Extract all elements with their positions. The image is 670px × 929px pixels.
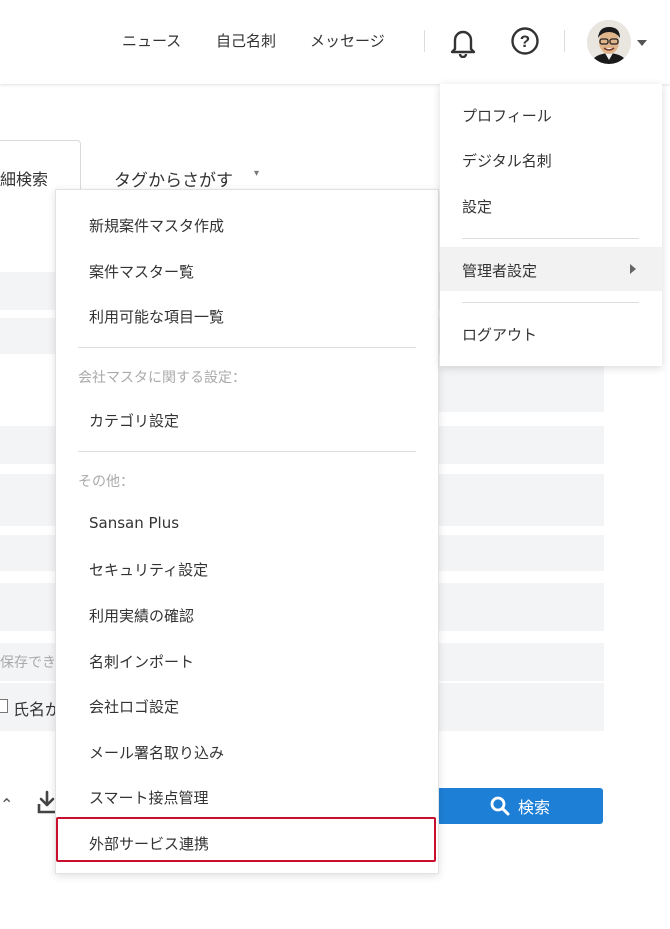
menu-divider — [462, 238, 639, 239]
menu-divider — [462, 302, 639, 303]
menu-item-security-settings[interactable]: セキュリティ設定 — [89, 559, 208, 580]
menu-item-company-logo[interactable]: 会社ロゴ設定 — [89, 696, 179, 717]
avatar[interactable] — [587, 20, 631, 64]
top-header: ニュース 自己名刺 メッセージ ? — [0, 0, 670, 84]
svg-text:?: ? — [520, 32, 530, 51]
menu-item-profile[interactable]: プロフィール — [462, 105, 552, 126]
bell-icon[interactable] — [448, 26, 478, 58]
sort-icon[interactable]: ⌃ — [0, 795, 13, 814]
divider — [424, 30, 425, 52]
chevron-right-icon — [630, 264, 636, 274]
name-checkbox-label: 氏名が — [13, 700, 62, 719]
menu-divider — [78, 347, 416, 348]
menu-divider — [78, 451, 416, 452]
search-button[interactable]: 検索 — [437, 788, 603, 824]
menu-item-email-signature[interactable]: メール署名取り込み — [89, 742, 224, 763]
search-icon — [490, 796, 510, 816]
section-company-master: 会社マスタに関する設定： — [78, 370, 246, 386]
divider — [564, 30, 565, 52]
menu-item-card-import[interactable]: 名刺インポート — [89, 651, 194, 672]
chevron-down-icon: ▾ — [254, 168, 260, 179]
tag-search-tab[interactable]: タグからさがす — [114, 166, 233, 191]
menu-item-new-project-master[interactable]: 新規案件マスタ作成 — [89, 215, 224, 236]
menu-item-smart-contact[interactable]: スマート接点管理 — [89, 787, 209, 808]
profile-menu-caret-icon[interactable] — [637, 40, 647, 46]
search-button-label: 検索 — [517, 798, 550, 817]
section-other: その他： — [78, 474, 134, 490]
question-circle-icon[interactable]: ? — [510, 26, 540, 56]
menu-item-category-settings[interactable]: カテゴリ設定 — [89, 410, 179, 431]
menu-item-available-fields[interactable]: 利用可能な項目一覧 — [89, 306, 224, 327]
nav-news[interactable]: ニュース — [122, 30, 181, 51]
detail-search-tab-label: 細検索 — [0, 170, 49, 189]
menu-item-external-services[interactable]: 外部サービス連携 — [89, 833, 209, 854]
menu-item-sansan-plus[interactable]: Sansan Plus — [89, 514, 179, 532]
user-menu-dropdown: プロフィール デジタル名刺 設定 管理者設定 ログアウト — [440, 84, 662, 366]
nav-messages[interactable]: メッセージ — [310, 30, 385, 51]
menu-item-project-master-list[interactable]: 案件マスター覧 — [89, 261, 194, 282]
table-stripe — [437, 366, 604, 412]
nav-my-card[interactable]: 自己名刺 — [216, 30, 276, 51]
menu-item-usage-records[interactable]: 利用実績の確認 — [89, 605, 194, 626]
menu-item-settings[interactable]: 設定 — [462, 196, 492, 217]
admin-settings-dropdown: 新規案件マスタ作成 案件マスター覧 利用可能な項目一覧 会社マスタに関する設定：… — [55, 189, 439, 874]
menu-item-logout[interactable]: ログアウト — [462, 324, 537, 345]
menu-item-digital-card[interactable]: デジタル名刺 — [462, 150, 552, 171]
save-hint-text: 保存でき — [0, 655, 56, 671]
menu-item-admin-settings[interactable]: 管理者設定 — [462, 260, 537, 281]
name-checkbox[interactable] — [0, 699, 8, 713]
